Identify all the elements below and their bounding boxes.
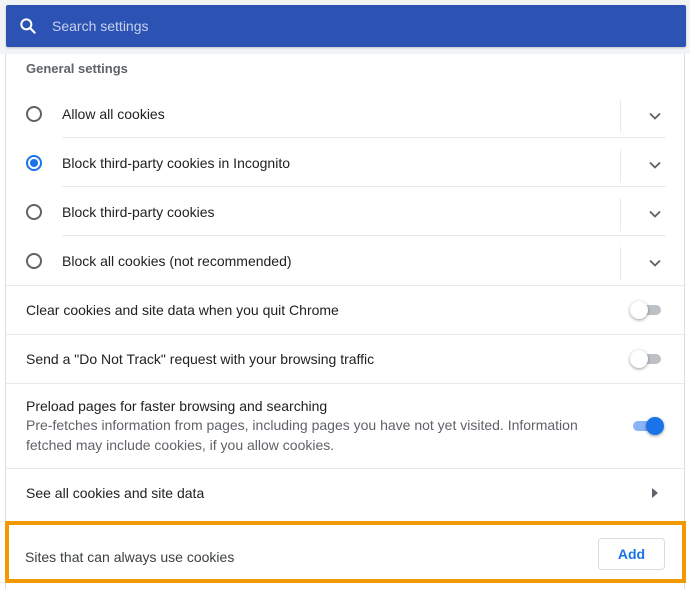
toggle-knob	[630, 350, 648, 368]
setting-row-do-not-track[interactable]: Send a "Do Not Track" request with your …	[6, 334, 686, 383]
chevron-down-icon[interactable]	[648, 256, 662, 270]
preload-toggle[interactable]	[630, 417, 664, 435]
search-icon[interactable]	[18, 16, 38, 36]
row-separator	[620, 247, 621, 280]
add-site-button[interactable]: Add	[598, 538, 665, 570]
row-separator	[620, 149, 621, 182]
radio-option-block-all[interactable]: Block all cookies (not recommended)	[6, 236, 686, 285]
radio-label: Block third-party cookies in Incognito	[62, 155, 290, 171]
row-separator	[620, 100, 621, 133]
setting-description: Pre-fetches information from pages, incl…	[26, 417, 578, 453]
cookies-settings-card: General settings Allow all cookies Block…	[5, 54, 686, 589]
row-separator	[620, 198, 621, 231]
toggle-knob	[630, 301, 648, 319]
setting-row-see-all-cookies[interactable]: See all cookies and site data	[6, 468, 686, 517]
sites-always-allow-section: Sites that can always use cookies Add	[5, 521, 686, 583]
radio-button[interactable]	[26, 106, 42, 122]
section-label: Sites that can always use cookies	[25, 549, 235, 565]
radio-label: Block all cookies (not recommended)	[62, 253, 292, 269]
toggle-knob	[646, 417, 664, 435]
arrow-right-icon[interactable]	[651, 488, 659, 498]
radio-button[interactable]	[26, 253, 42, 269]
radio-option-allow-all[interactable]: Allow all cookies	[6, 89, 686, 138]
radio-button-selected[interactable]	[26, 155, 42, 171]
top-bar	[0, 0, 690, 54]
do-not-track-toggle[interactable]	[630, 350, 664, 368]
radio-option-block-third-party[interactable]: Block third-party cookies	[6, 187, 686, 236]
radio-option-block-third-party-incognito[interactable]: Block third-party cookies in Incognito	[6, 138, 686, 187]
radio-label: Allow all cookies	[62, 106, 165, 122]
search-input[interactable]	[50, 5, 670, 47]
setting-row-preload[interactable]: Preload pages for faster browsing and se…	[6, 383, 686, 468]
chevron-down-icon[interactable]	[648, 207, 662, 221]
setting-label: Clear cookies and site data when you qui…	[26, 302, 339, 318]
setting-label: Preload pages for faster browsing and se…	[26, 398, 328, 414]
chevron-down-icon[interactable]	[648, 109, 662, 123]
setting-label: Send a "Do Not Track" request with your …	[26, 351, 375, 367]
setting-label: See all cookies and site data	[26, 485, 205, 501]
section-title-general: General settings	[26, 61, 128, 76]
radio-label: Block third-party cookies	[62, 204, 215, 220]
setting-row-clear-on-quit[interactable]: Clear cookies and site data when you qui…	[6, 285, 686, 334]
radio-button[interactable]	[26, 204, 42, 220]
clear-on-quit-toggle[interactable]	[630, 301, 664, 319]
search-bar[interactable]	[6, 5, 686, 47]
chevron-down-icon[interactable]	[648, 158, 662, 172]
